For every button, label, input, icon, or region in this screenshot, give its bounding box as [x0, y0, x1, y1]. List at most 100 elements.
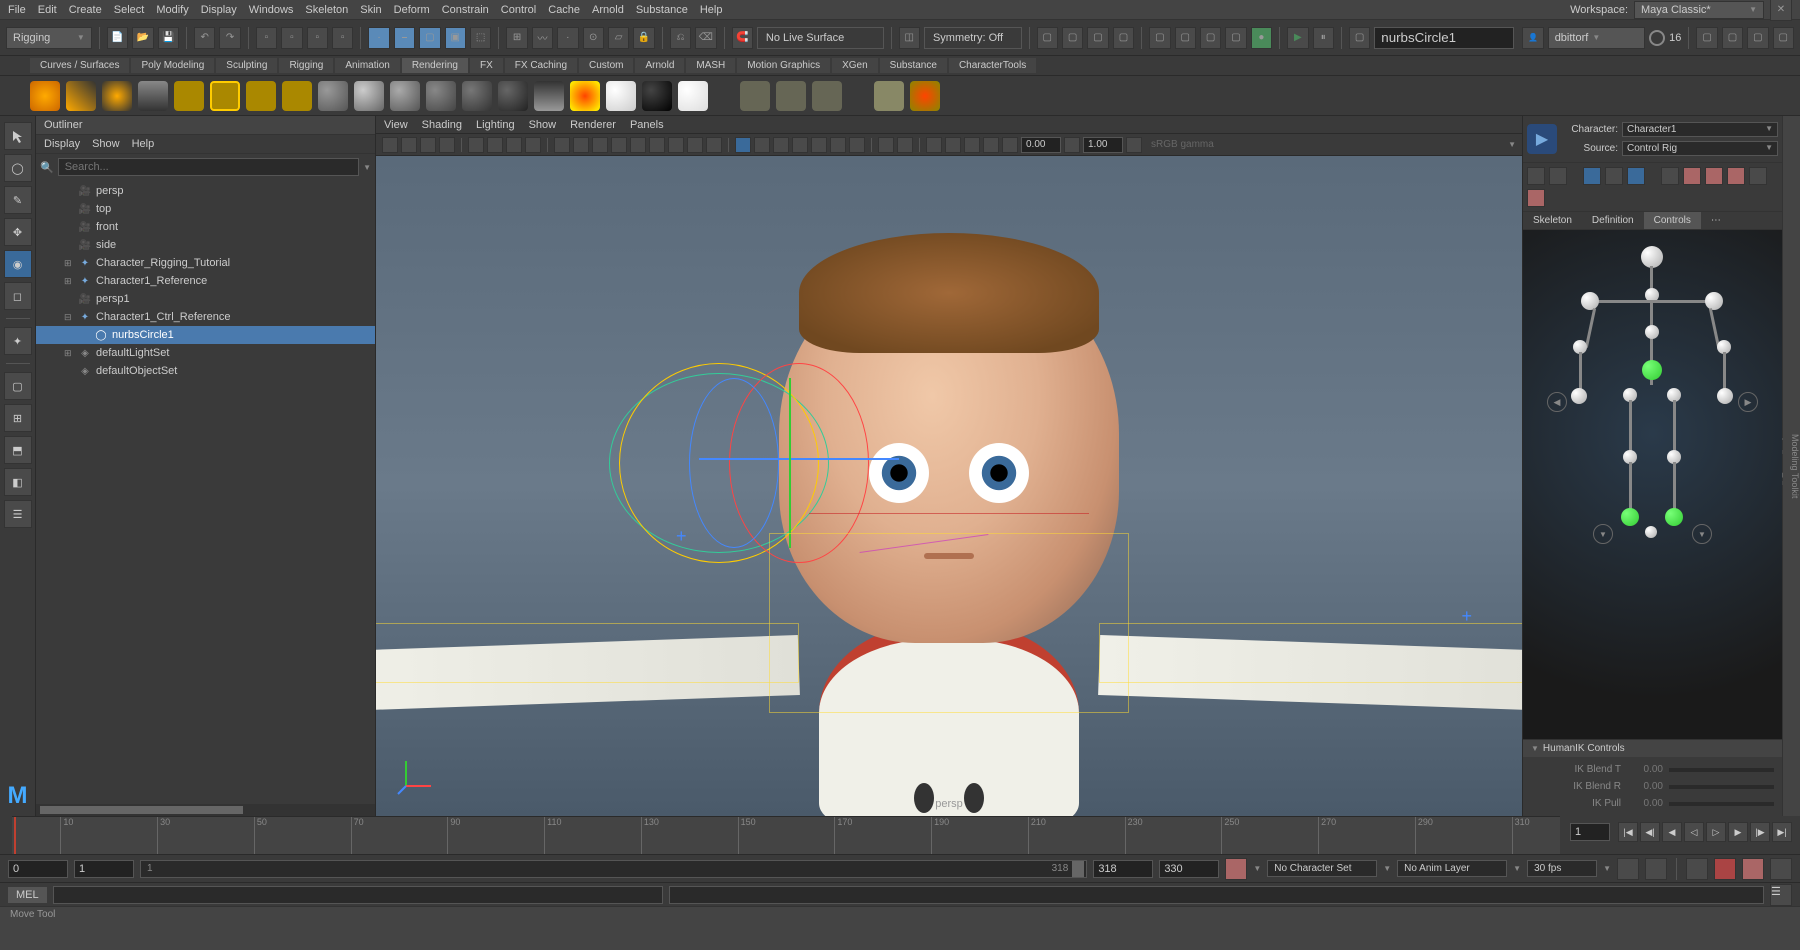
joint-base[interactable]: [1645, 526, 1657, 538]
menu-create[interactable]: Create: [69, 4, 102, 16]
vp-lock-cam-button[interactable]: [401, 137, 417, 153]
vp-view-transform-button[interactable]: [964, 137, 980, 153]
shelf-target-icon[interactable]: [910, 81, 940, 111]
snap-grid-button[interactable]: ⊞: [506, 27, 527, 49]
fps-dropdown[interactable]: 30 fps: [1527, 860, 1597, 877]
chevron-down-icon[interactable]: ▼: [1508, 140, 1516, 149]
fps-menu[interactable]: ▼: [1603, 864, 1611, 873]
shelf-blinn-icon[interactable]: [354, 81, 384, 111]
vp-gamma-button[interactable]: [945, 137, 961, 153]
joint-hand-r[interactable]: [1717, 388, 1733, 404]
selection-field[interactable]: [1374, 27, 1514, 49]
vp-safe-action-button[interactable]: [592, 137, 608, 153]
shelf-tab-sculpt[interactable]: Sculpting: [216, 58, 277, 73]
symmetry-dropdown[interactable]: Symmetry: Off: [924, 27, 1022, 49]
vp-menu-view[interactable]: View: [384, 119, 408, 131]
play-button[interactable]: ▶: [1287, 27, 1308, 49]
shelf-ipr-icon[interactable]: [776, 81, 806, 111]
rotate-tool-button[interactable]: ◉: [4, 250, 32, 278]
hik-key-button[interactable]: [1661, 167, 1679, 185]
tree-item-lightset[interactable]: ⊞◈defaultLightSet: [36, 344, 375, 362]
shelf-hypershade-icon[interactable]: [874, 81, 904, 111]
key-button[interactable]: [1714, 858, 1736, 880]
menu-file[interactable]: File: [8, 4, 26, 16]
vp-wireframe-button[interactable]: [630, 137, 646, 153]
vp-gate-mask-button[interactable]: [554, 137, 570, 153]
outliner-tree[interactable]: 🎥persp 🎥top 🎥front 🎥side ⊞✦Character_Rig…: [36, 180, 375, 804]
hik-key-body-button[interactable]: [1705, 167, 1723, 185]
range-start-inner[interactable]: [74, 860, 134, 878]
vp-menu-show[interactable]: Show: [529, 119, 557, 131]
vp-dof-button[interactable]: [849, 137, 865, 153]
hik-figure-view[interactable]: ◀ ▶ ▼ ▼: [1523, 230, 1782, 739]
menu-control[interactable]: Control: [501, 4, 536, 16]
vp-menu-renderer[interactable]: Renderer: [570, 119, 616, 131]
toolbox-btn-2[interactable]: ▢: [1722, 27, 1743, 49]
vp-gamma-value[interactable]: [1083, 137, 1123, 153]
shelf-tab-rigging[interactable]: Rigging: [279, 58, 333, 73]
live-magnet-button[interactable]: 🧲: [732, 27, 753, 49]
anim-layer-dropdown[interactable]: No Anim Layer: [1397, 860, 1507, 877]
range-handle-end[interactable]: [1072, 861, 1084, 877]
foot-arrow-l[interactable]: ▼: [1593, 524, 1613, 544]
vp-exp-button[interactable]: [1002, 137, 1018, 153]
module-dropdown[interactable]: Rigging ▼: [6, 27, 92, 49]
right-tab-rail[interactable]: Modeling Toolkit Attribute Editor Human …: [1782, 116, 1800, 816]
two-view-v-button[interactable]: ◧: [4, 468, 32, 496]
shelf-batch-icon[interactable]: [812, 81, 842, 111]
vp-xray-button[interactable]: [754, 137, 770, 153]
menu-skin[interactable]: Skin: [360, 4, 381, 16]
menu-display[interactable]: Display: [201, 4, 237, 16]
vp-ao-button[interactable]: [792, 137, 808, 153]
render-setup-button[interactable]: ▢: [1225, 27, 1246, 49]
menu-modify[interactable]: Modify: [156, 4, 188, 16]
vp-aa-button[interactable]: [830, 137, 846, 153]
hik-tab-skeleton[interactable]: Skeleton: [1523, 212, 1582, 229]
tree-item-persp1[interactable]: 🎥persp1: [36, 290, 375, 308]
move-tool-button[interactable]: ✥: [4, 218, 32, 246]
vp-color-toggle-button[interactable]: [1126, 137, 1142, 153]
hik-tab-definition[interactable]: Definition: [1582, 212, 1644, 229]
shelf-tab-rendering[interactable]: Rendering: [402, 58, 468, 73]
vp-float-button[interactable]: [983, 137, 999, 153]
shelf-tab-mash[interactable]: MASH: [686, 58, 735, 73]
undo-button[interactable]: ↶: [194, 27, 215, 49]
snap-plane-button[interactable]: ▱: [608, 27, 629, 49]
new-scene-button[interactable]: 📄: [107, 27, 128, 49]
range-slider[interactable]: 1 318: [140, 860, 1087, 878]
hik-tab-controls[interactable]: Controls: [1644, 212, 1701, 229]
joint-shoulder-l[interactable]: [1581, 292, 1599, 310]
character-set-dropdown[interactable]: No Character Set: [1267, 860, 1377, 877]
select-hier-button[interactable]: ▫: [281, 27, 302, 49]
shelf-tab-curves[interactable]: Curves / Surfaces: [30, 58, 129, 73]
tree-item-front[interactable]: 🎥front: [36, 218, 375, 236]
go-end-button[interactable]: ▶|: [1772, 822, 1792, 842]
param-ikpull-slider[interactable]: [1669, 802, 1774, 806]
play-back-button[interactable]: ◁: [1684, 822, 1704, 842]
range-end-outer[interactable]: [1159, 860, 1219, 878]
param-ikblend-r-slider[interactable]: [1669, 785, 1774, 789]
shelf-ambient-light-icon[interactable]: [210, 81, 240, 111]
vp-hud-button[interactable]: [897, 137, 913, 153]
key-all-button[interactable]: [1742, 858, 1764, 880]
menu-arnold[interactable]: Arnold: [592, 4, 624, 16]
hand-arrow-l[interactable]: ◀: [1547, 392, 1567, 412]
vp-shadows-button[interactable]: [706, 137, 722, 153]
shelf-stingray-icon[interactable]: [570, 81, 600, 111]
snap-point-button[interactable]: ·: [557, 27, 578, 49]
hik-key-all-button[interactable]: [1683, 167, 1701, 185]
select-comp-button[interactable]: ▫: [332, 27, 353, 49]
live-surface-dropdown[interactable]: No Live Surface: [757, 27, 884, 49]
select-mode-button[interactable]: ▫: [256, 27, 277, 49]
joint-hand-l[interactable]: [1571, 388, 1587, 404]
menu-help[interactable]: Help: [700, 4, 723, 16]
vp-menu-panels[interactable]: Panels: [630, 119, 664, 131]
shelf-layered-icon[interactable]: [534, 81, 564, 111]
outliner-menu-show[interactable]: Show: [92, 138, 120, 150]
snap-curve-button[interactable]: 〰: [532, 27, 553, 49]
foot-arrow-r[interactable]: ▼: [1692, 524, 1712, 544]
select-obj-button[interactable]: ▫: [307, 27, 328, 49]
select-multi-button[interactable]: ⬚: [470, 27, 491, 49]
shelf-aniso-icon[interactable]: [462, 81, 492, 111]
charset-menu[interactable]: ▼: [1383, 864, 1391, 873]
